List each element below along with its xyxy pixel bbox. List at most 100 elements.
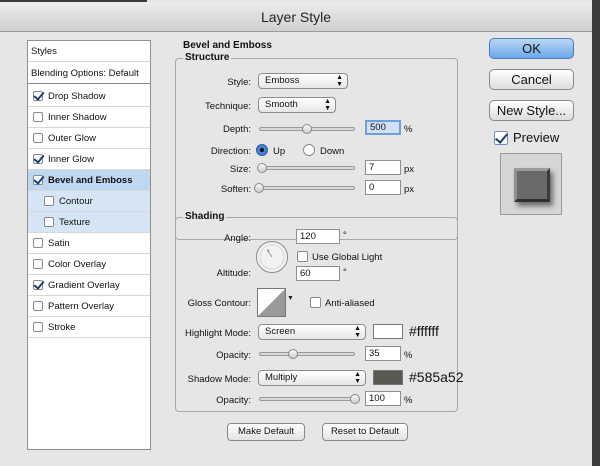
shadow-mode-label: Shadow Mode: <box>187 374 251 385</box>
highlight-opacity-unit: % <box>404 350 413 361</box>
shadow-opacity-thumb[interactable] <box>350 394 360 404</box>
depth-slider[interactable] <box>259 124 355 134</box>
size-slider[interactable] <box>256 163 355 173</box>
texture-checkbox[interactable] <box>44 217 54 227</box>
highlight-color-swatch[interactable] <box>373 324 403 339</box>
direction-down-radio[interactable] <box>303 144 315 156</box>
style-item-texture[interactable]: Texture <box>28 212 150 233</box>
depth-unit: % <box>404 124 413 135</box>
highlight-opacity-label: Opacity: <box>216 350 251 361</box>
size-input[interactable]: 7 <box>365 160 401 175</box>
color-overlay-checkbox[interactable] <box>33 259 43 269</box>
preview-label[interactable]: Preview <box>513 130 559 145</box>
altitude-label: Altitude: <box>216 268 251 279</box>
style-item-inner-shadow[interactable]: Inner Shadow <box>28 107 150 128</box>
title-bar[interactable]: Layer Style <box>0 2 592 32</box>
style-item-color-overlay[interactable]: Color Overlay <box>28 254 150 275</box>
blending-options-item[interactable]: Blending Options: Default <box>28 63 150 84</box>
window-title: Layer Style <box>260 9 332 25</box>
stroke-checkbox[interactable] <box>33 322 43 332</box>
depth-input[interactable]: 500 <box>365 120 401 135</box>
style-popup[interactable]: Emboss ▲ ▼ <box>258 73 348 89</box>
popup-arrows-icon: ▲ ▼ <box>354 371 361 385</box>
angle-input[interactable]: 120 <box>296 229 340 244</box>
global-light-label[interactable]: Use Global Light <box>312 252 382 263</box>
direction-down-label[interactable]: Down <box>320 146 344 157</box>
altitude-input[interactable]: 60 <box>296 266 340 281</box>
soften-input[interactable]: 0 <box>365 180 401 195</box>
style-value: Emboss <box>265 75 300 86</box>
style-item-satin[interactable]: Satin <box>28 233 150 254</box>
preview-square <box>514 168 550 202</box>
style-item-drop-shadow[interactable]: Drop Shadow <box>28 86 150 107</box>
depth-label: Depth: <box>223 124 251 135</box>
inner-shadow-checkbox[interactable] <box>33 112 43 122</box>
popup-arrows-icon: ▲ ▼ <box>354 325 361 339</box>
gloss-contour-icon[interactable]: ▼ <box>257 288 295 318</box>
highlight-mode-popup[interactable]: Screen ▲ ▼ <box>258 324 366 340</box>
global-light-checkbox[interactable] <box>297 251 308 262</box>
reset-to-default-button[interactable]: Reset to Default <box>322 423 408 441</box>
shadow-opacity-input[interactable]: 100 <box>365 391 401 406</box>
highlight-opacity-input[interactable]: 35 <box>365 346 401 361</box>
outer-glow-checkbox[interactable] <box>33 133 43 143</box>
style-item-contour[interactable]: Contour <box>28 191 150 212</box>
new-style-button[interactable]: New Style... <box>489 100 574 121</box>
highlight-opacity-thumb[interactable] <box>287 349 298 359</box>
soften-slider-thumb[interactable] <box>254 183 264 193</box>
angle-label: Angle: <box>224 233 251 244</box>
drop-shadow-checkbox[interactable] <box>33 91 43 101</box>
shading-title: Shading <box>183 211 227 222</box>
shadow-mode-popup[interactable]: Multiply ▲ ▼ <box>258 370 366 386</box>
angle-dial-icon[interactable]: + <box>255 240 289 274</box>
highlight-mode-label: Highlight Mode: <box>184 328 251 339</box>
technique-popup[interactable]: Smooth ▲ ▼ <box>258 97 336 113</box>
altitude-unit: ° <box>343 267 347 278</box>
layer-style-dialog: Layer Style Styles Blending Options: Def… <box>0 0 600 466</box>
depth-slider-thumb[interactable] <box>302 124 312 134</box>
direction-label: Direction: <box>210 146 251 157</box>
popup-arrows-icon: ▲ ▼ <box>324 98 331 112</box>
style-item-inner-glow[interactable]: Inner Glow <box>28 149 150 170</box>
pattern-overlay-checkbox[interactable] <box>33 301 43 311</box>
contour-checkbox[interactable] <box>44 196 54 206</box>
make-default-button[interactable]: Make Default <box>227 423 305 441</box>
svg-text:+: + <box>266 248 270 255</box>
style-label: Style: <box>227 77 251 88</box>
inner-glow-checkbox[interactable] <box>33 154 43 164</box>
gloss-contour-label: Gloss Contour: <box>187 298 251 309</box>
direction-up-label[interactable]: Up <box>273 146 285 157</box>
styles-list-header[interactable]: Styles <box>28 41 150 62</box>
soften-label: Soften: <box>220 184 251 195</box>
shadow-color-swatch[interactable] <box>373 370 403 385</box>
size-slider-thumb[interactable] <box>256 163 267 173</box>
style-preview-thumbnail <box>500 153 562 215</box>
style-item-stroke[interactable]: Stroke <box>28 317 150 338</box>
technique-value: Smooth <box>265 99 298 110</box>
style-item-gradient-overlay[interactable]: Gradient Overlay <box>28 275 150 296</box>
technique-label: Technique: <box>205 101 251 112</box>
style-item-outer-glow[interactable]: Outer Glow <box>28 128 150 149</box>
anti-aliased-checkbox[interactable] <box>310 297 321 308</box>
angle-unit: ° <box>343 230 347 241</box>
shadow-opacity-slider[interactable] <box>259 394 360 404</box>
bevel-emboss-panel: Bevel and Emboss Structure Style: Emboss… <box>163 40 468 450</box>
anti-aliased-label[interactable]: Anti-aliased <box>325 298 375 309</box>
preview-checkbox[interactable] <box>494 131 508 145</box>
style-item-pattern-overlay[interactable]: Pattern Overlay <box>28 296 150 317</box>
highlight-opacity-slider[interactable] <box>259 349 355 359</box>
direction-up-radio[interactable] <box>256 144 268 156</box>
ok-button[interactable]: OK <box>489 38 574 59</box>
styles-list: Styles Blending Options: Default Drop Sh… <box>27 40 151 450</box>
cancel-button[interactable]: Cancel <box>489 69 574 90</box>
satin-checkbox[interactable] <box>33 238 43 248</box>
shadow-mode-value: Multiply <box>265 372 298 383</box>
bevel-emboss-checkbox[interactable] <box>33 175 43 185</box>
shadow-color-hex: #585a52 <box>409 369 464 385</box>
background-edge <box>592 0 600 466</box>
soften-slider[interactable] <box>254 183 355 193</box>
gradient-overlay-checkbox[interactable] <box>33 280 43 290</box>
panel-title: Bevel and Emboss <box>183 40 272 51</box>
structure-title: Structure <box>183 52 232 63</box>
style-item-bevel-emboss[interactable]: Bevel and Emboss <box>28 170 150 191</box>
